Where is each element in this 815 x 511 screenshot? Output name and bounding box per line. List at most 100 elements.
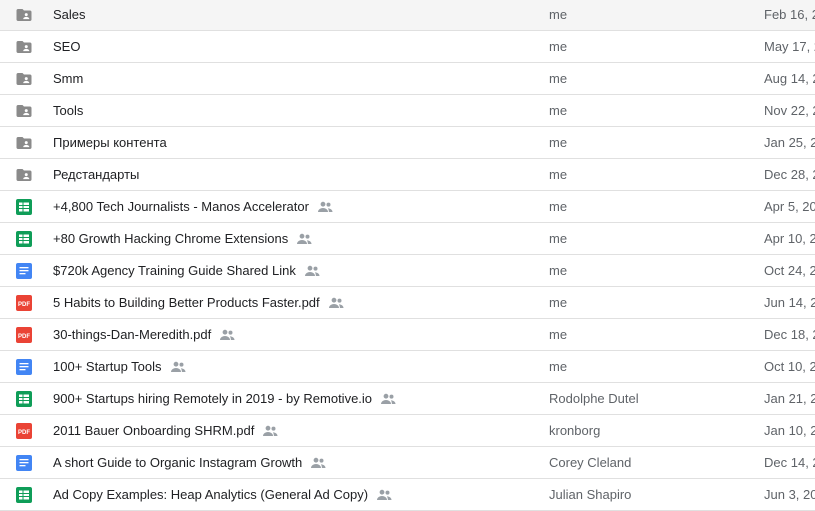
people-icon [317, 201, 333, 213]
file-name-text: Ad Copy Examples: Heap Analytics (Genera… [53, 487, 369, 502]
file-owner: me [549, 199, 568, 214]
file-row[interactable]: +4,800 Tech Journalists - Manos Accelera… [0, 191, 815, 223]
pdf-icon: PDF [15, 294, 33, 312]
file-name-text: A short Guide to Organic Instagram Growt… [53, 455, 303, 470]
google-sheets-icon [15, 486, 33, 504]
file-row[interactable]: Ad Copy Examples: Heap Analytics (Genera… [0, 479, 815, 511]
file-last-modified: Oct 10, 2 [764, 359, 815, 374]
file-name: A short Guide to Organic Instagram Growt… [53, 455, 326, 470]
file-row[interactable]: +80 Growth Hacking Chrome Extensions me Ap… [0, 223, 815, 255]
file-owner: me [549, 7, 568, 22]
file-owner: kronborg [549, 423, 601, 438]
people-icon [170, 361, 186, 373]
file-owner: me [549, 39, 568, 54]
file-owner: me [549, 71, 568, 86]
shared-folder-icon [15, 134, 33, 152]
file-last-modified: Aug 14, 2 [764, 71, 815, 86]
file-owner: Julian Shapiro [549, 487, 632, 502]
file-name-text: 5 Habits to Building Better Products Fas… [53, 295, 320, 310]
file-name: SEO [53, 39, 80, 54]
file-row[interactable]: Tools me Nov 22, 2 [0, 95, 815, 127]
file-row[interactable]: A short Guide to Organic Instagram Growt… [0, 447, 815, 479]
file-row[interactable]: 900+ Startups hiring Remotely in 2019 - … [0, 383, 815, 415]
file-last-modified: Jan 10, 2 [764, 423, 815, 438]
file-name-text: Tools [53, 103, 84, 118]
file-row[interactable]: Smm me Aug 14, 2 [0, 63, 815, 95]
file-owner: Rodolphe Dutel [549, 391, 639, 406]
google-docs-icon [15, 358, 33, 376]
google-sheets-icon [15, 230, 33, 248]
file-list: Sales me Feb 16, 2 SEO me May 17, 2 Smm me Aug 1… [0, 0, 815, 511]
file-last-modified: Jan 21, 2 [764, 391, 815, 406]
pdf-icon: PDF [15, 326, 33, 344]
people-icon [376, 489, 392, 501]
file-last-modified: Dec 14, 2 [764, 455, 815, 470]
file-name-text: +80 Growth Hacking Chrome Extensions [53, 231, 289, 246]
file-row[interactable]: Редстандарты me Dec 28, 2 [0, 159, 815, 191]
google-docs-icon [15, 262, 33, 280]
google-sheets-icon [15, 198, 33, 216]
file-owner: me [549, 327, 568, 342]
people-icon [219, 329, 235, 341]
file-name-text: SEO [53, 39, 81, 54]
file-last-modified: Apr 5, 20 [764, 199, 815, 214]
file-last-modified: Jun 3, 20 [764, 487, 815, 502]
shared-folder-icon [15, 70, 33, 88]
people-icon [296, 233, 312, 245]
file-name: 900+ Startups hiring Remotely in 2019 - … [53, 391, 396, 406]
file-name: Редстандарты [53, 167, 139, 182]
file-last-modified: Jun 14, 2 [764, 295, 815, 310]
file-name: Tools [53, 103, 83, 118]
people-icon [380, 393, 396, 405]
shared-folder-icon [15, 166, 33, 184]
file-owner: me [549, 135, 568, 150]
file-row[interactable]: SEO me May 17, 2 [0, 31, 815, 63]
file-owner: me [549, 103, 568, 118]
file-name-text: Редстандарты [53, 167, 140, 182]
file-name: 5 Habits to Building Better Products Fas… [53, 295, 344, 310]
file-name: +80 Growth Hacking Chrome Extensions [53, 231, 312, 246]
shared-folder-icon [15, 6, 33, 24]
file-name-text: Примеры контента [53, 135, 167, 150]
file-name: $720k Agency Training Guide Shared Link [53, 263, 320, 278]
file-owner: me [549, 167, 568, 182]
file-last-modified: May 17, 2 [764, 39, 815, 54]
svg-text:PDF: PDF [18, 334, 30, 340]
file-name: 2011 Bauer Onboarding SHRM.pdf [53, 423, 278, 438]
people-icon [310, 457, 326, 469]
file-row[interactable]: PDF 30-things-Dan-Meredith.pdf me Dec 18, 2 [0, 319, 815, 351]
file-name: Sales [53, 7, 86, 22]
file-last-modified: Jan 25, 2 [764, 135, 815, 150]
file-row[interactable]: Примеры контента me Jan 25, 2 [0, 127, 815, 159]
file-owner: me [549, 263, 568, 278]
file-name: 100+ Startup Tools [53, 359, 186, 374]
file-name-text: 30-things-Dan-Meredith.pdf [53, 327, 212, 342]
file-owner: Corey Cleland [549, 455, 632, 470]
file-name: Smm [53, 71, 83, 86]
file-name-text: 2011 Bauer Onboarding SHRM.pdf [53, 423, 255, 438]
shared-folder-icon [15, 102, 33, 120]
file-last-modified: Nov 22, 2 [764, 103, 815, 118]
file-owner: me [549, 359, 568, 374]
file-name-text: $720k Agency Training Guide Shared Link [53, 263, 296, 278]
file-name-text: +4,800 Tech Journalists - Manos Accelera… [53, 199, 309, 214]
svg-text:PDF: PDF [18, 430, 30, 436]
file-last-modified: Apr 10, 2 [764, 231, 815, 246]
file-row[interactable]: Sales me Feb 16, 2 [0, 0, 815, 31]
file-last-modified: Dec 28, 2 [764, 167, 815, 182]
file-name-text: 100+ Startup Tools [53, 359, 162, 374]
file-row[interactable]: PDF 2011 Bauer Onboarding SHRM.pdf kronbor… [0, 415, 815, 447]
google-docs-icon [15, 454, 33, 472]
file-last-modified: Feb 16, 2 [764, 7, 815, 22]
file-row[interactable]: $720k Agency Training Guide Shared Link m… [0, 255, 815, 287]
file-name-text: Sales [53, 7, 86, 22]
file-last-modified: Oct 24, 2 [764, 263, 815, 278]
file-name-text: Smm [53, 71, 84, 86]
file-owner: me [549, 231, 568, 246]
pdf-icon: PDF [15, 422, 33, 440]
file-row[interactable]: 100+ Startup Tools me Oct 10, 2 [0, 351, 815, 383]
file-row[interactable]: PDF 5 Habits to Building Better Products … [0, 287, 815, 319]
google-sheets-icon [15, 390, 33, 408]
file-name: Ad Copy Examples: Heap Analytics (Genera… [53, 487, 392, 502]
file-name: Примеры контента [53, 135, 167, 150]
